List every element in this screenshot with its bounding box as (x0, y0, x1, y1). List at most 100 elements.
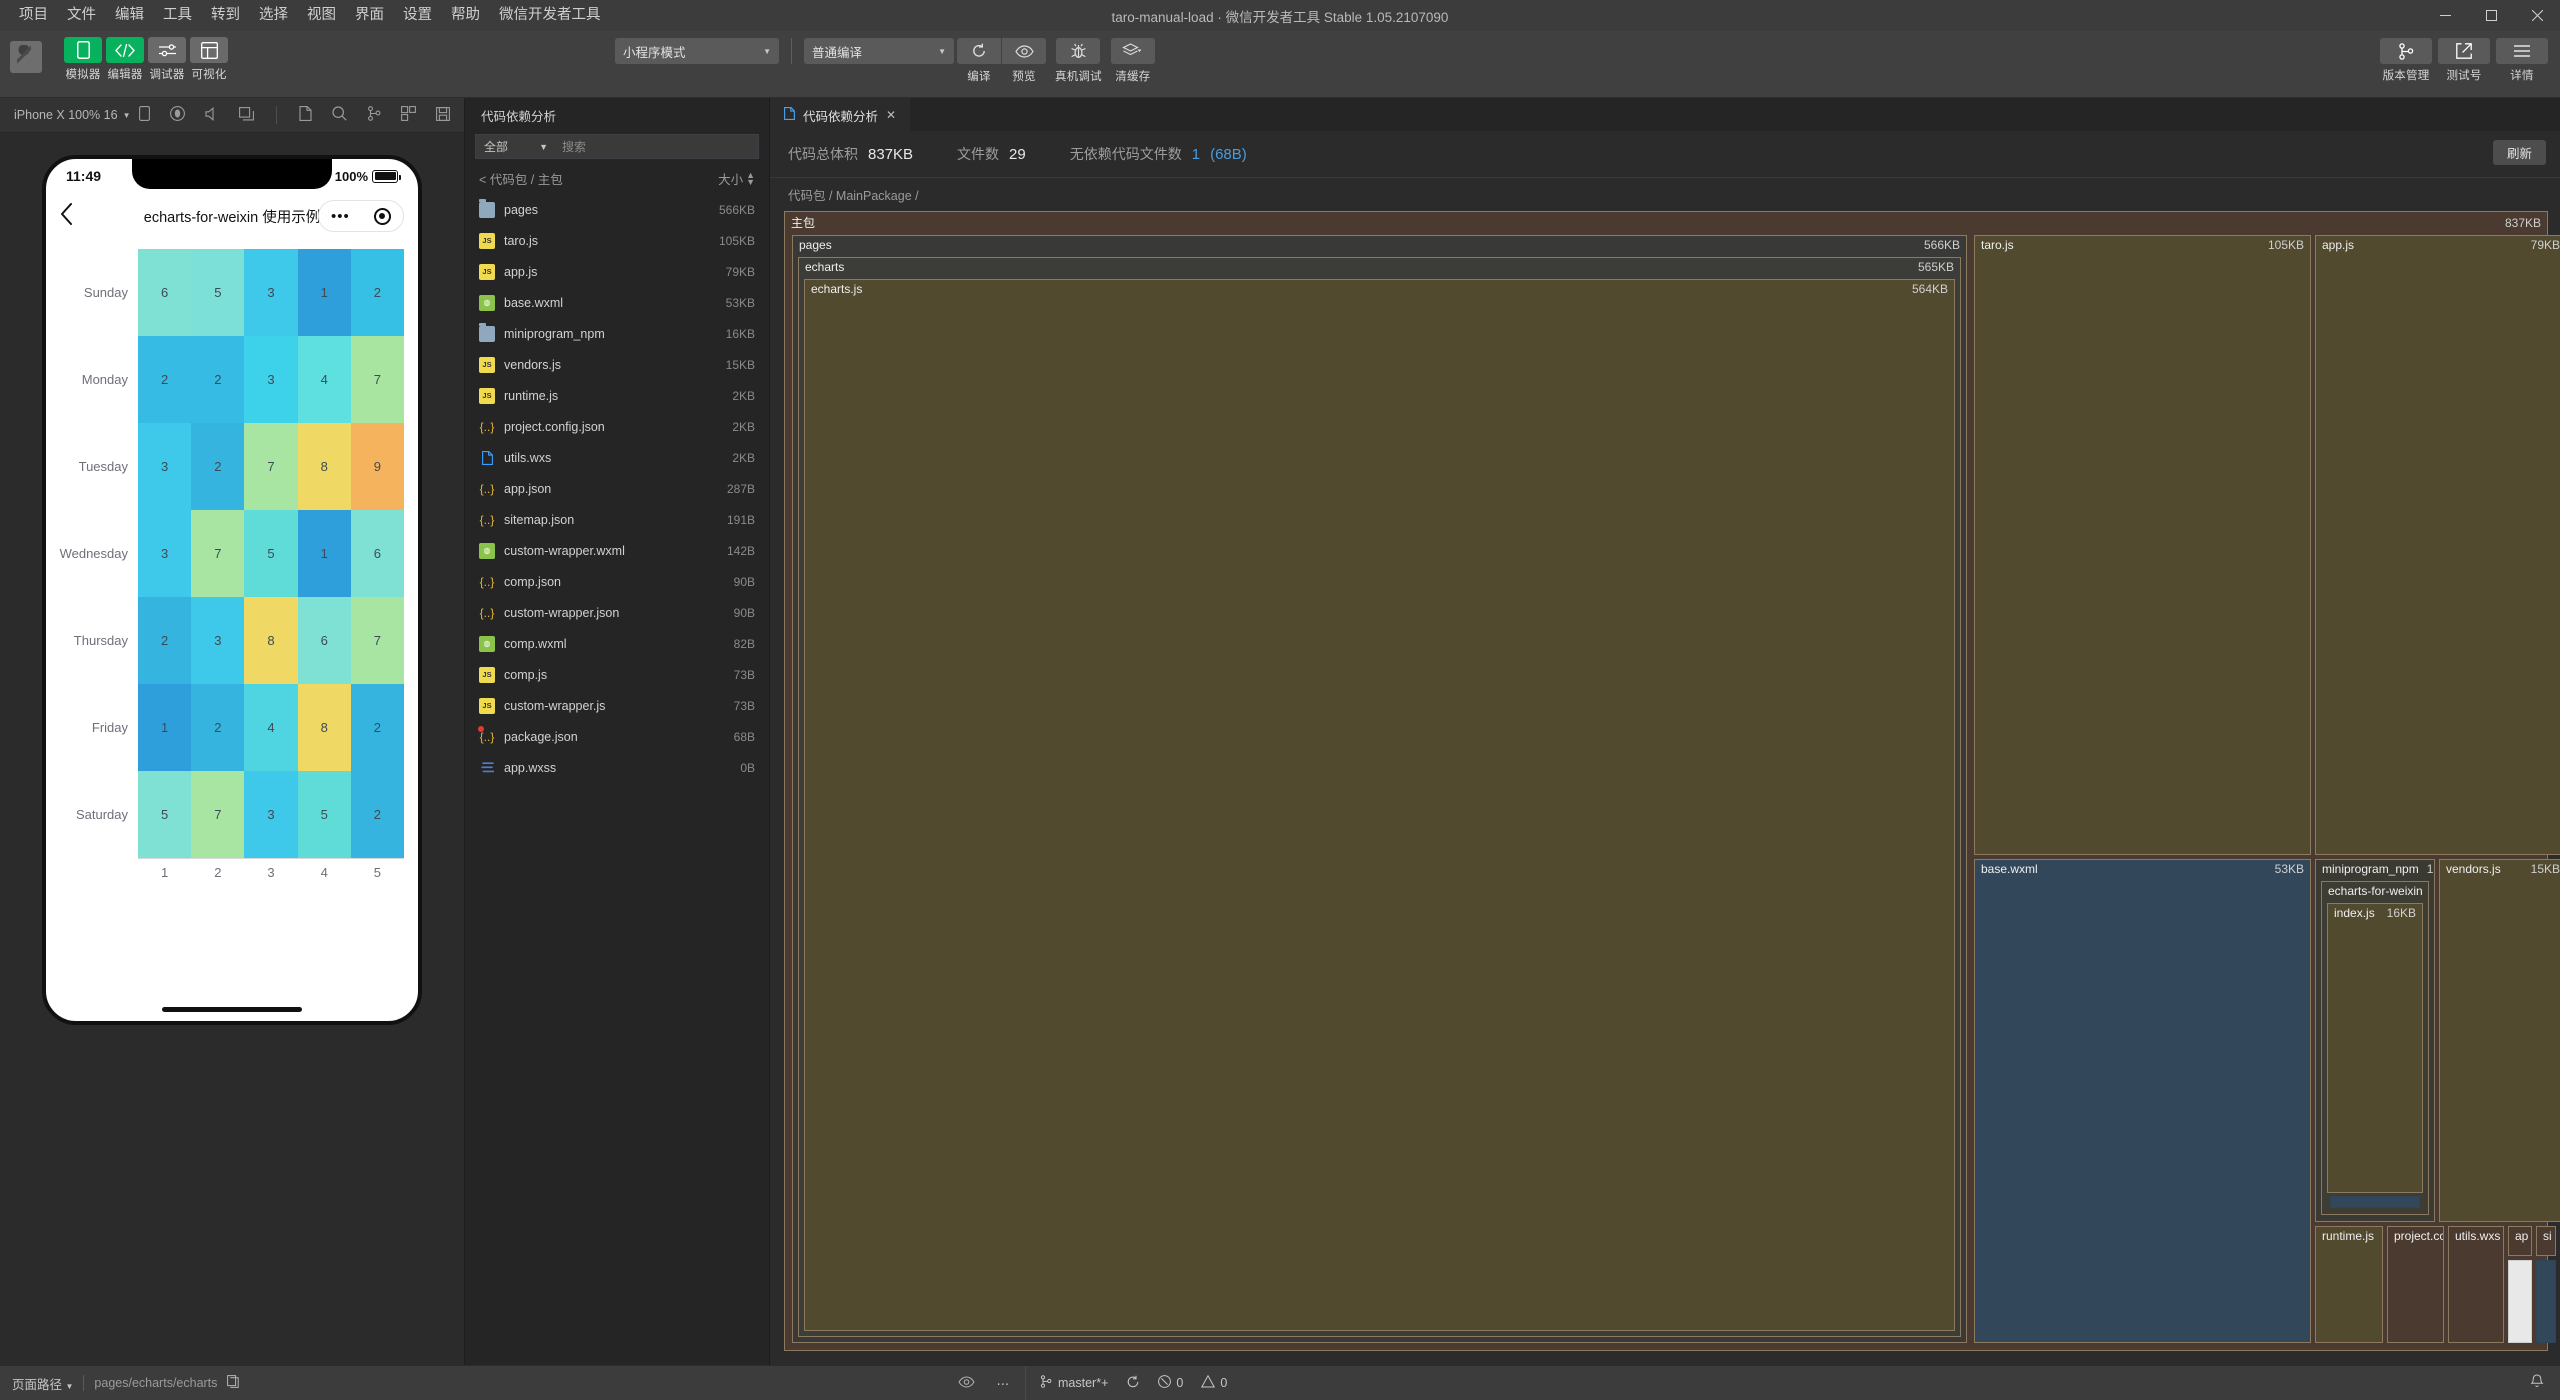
menu-item-help[interactable]: 帮助 (442, 5, 489, 26)
record-icon[interactable] (170, 106, 185, 124)
menu-item-devtools[interactable]: 微信开发者工具 (490, 5, 610, 26)
heatmap-cell[interactable]: 3 (191, 597, 245, 684)
file-row[interactable]: JS vendors.js 15KB (465, 349, 769, 380)
file-row[interactable]: {..} sitemap.json 191B (465, 504, 769, 535)
treemap-node-runtimejs[interactable]: runtime.js 2 (2315, 1226, 2383, 1343)
heatmap-cell[interactable]: 5 (297, 771, 351, 858)
extensions-icon[interactable] (401, 106, 416, 124)
warning-count[interactable]: 0 (1201, 1374, 1227, 1391)
heatmap-cell[interactable]: 6 (297, 597, 351, 684)
file-row[interactable]: {..} custom-wrapper.json 90B (465, 597, 769, 628)
version-manage-button[interactable]: 版本管理 (2380, 38, 2432, 83)
heatmap-cell[interactable]: 3 (244, 336, 298, 423)
bell-icon[interactable] (2530, 1374, 2544, 1392)
menu-item-project[interactable]: 项目 (10, 5, 57, 26)
heatmap-cell[interactable]: 7 (191, 771, 245, 858)
file-row[interactable]: JS comp.js 73B (465, 659, 769, 690)
toolbar-debugger-button[interactable]: 调试器 (148, 37, 186, 82)
heatmap-cell[interactable]: 5 (138, 771, 192, 858)
files-search-input[interactable]: 搜索 (554, 138, 758, 155)
file-row[interactable]: JS runtime.js 2KB (465, 380, 769, 411)
treemap-node-small-2[interactable] (2536, 1260, 2556, 1343)
heatmap-cell[interactable]: 2 (191, 336, 245, 423)
treemap-node-basewxml[interactable]: base.wxml 53KB (1974, 859, 2311, 1343)
heatmap-cell[interactable]: 8 (297, 423, 351, 510)
menu-item-goto[interactable]: 转到 (202, 5, 249, 26)
heatmap-cell[interactable]: 2 (350, 249, 405, 336)
menu-item-view[interactable]: 视图 (298, 5, 345, 26)
heatmap-cell[interactable]: 6 (138, 249, 192, 336)
heatmap-cell[interactable]: 3 (244, 771, 298, 858)
file-row[interactable]: miniprogram_npm 16KB (465, 318, 769, 349)
file-row[interactable]: JS taro.js 105KB (465, 225, 769, 256)
treemap-node-small-1[interactable] (2508, 1260, 2532, 1343)
menu-item-settings[interactable]: 设置 (394, 5, 441, 26)
heatmap-cell[interactable]: 7 (244, 423, 298, 510)
heatmap-cell[interactable]: 2 (350, 771, 405, 858)
eye-icon[interactable] (957, 1375, 975, 1391)
heatmap-cell[interactable]: 9 (350, 423, 405, 510)
heatmap-cell[interactable]: 2 (350, 684, 405, 771)
heatmap-cell[interactable]: 8 (297, 684, 351, 771)
heatmap-cell[interactable]: 2 (191, 684, 245, 771)
target-icon[interactable] (373, 207, 391, 225)
treemap-node-appjson[interactable]: ap (2508, 1226, 2532, 1256)
more-icon[interactable]: ••• (331, 209, 350, 224)
volume-icon[interactable] (205, 106, 219, 124)
error-count[interactable]: 0 (1158, 1375, 1183, 1391)
minimize-icon[interactable] (2422, 0, 2468, 31)
treemap-node-projectconfig[interactable]: project.cc (2387, 1226, 2444, 1343)
file-row[interactable]: JS app.js 79KB (465, 256, 769, 287)
treemap-node-utilswxs[interactable]: utils.wxs (2448, 1226, 2504, 1343)
tab-dependency-analysis[interactable]: 代码依赖分析 ✕ (770, 98, 911, 131)
heatmap-cell[interactable]: 2 (138, 597, 192, 684)
file-row[interactable]: ◍ custom-wrapper.wxml 142B (465, 535, 769, 566)
file-row[interactable]: {..} package.json 68B (465, 721, 769, 752)
menu-item-file[interactable]: 文件 (58, 5, 105, 26)
treemap-node-efw-sub[interactable] (2330, 1196, 2420, 1208)
device-selector[interactable]: iPhone X 100% 16 ▼ (14, 108, 130, 122)
heatmap-cell[interactable]: 7 (350, 597, 405, 684)
more-icon[interactable]: ⋯ (997, 1376, 1010, 1391)
heatmap-cell[interactable]: 3 (138, 423, 192, 510)
heatmap-cell[interactable]: 5 (244, 510, 298, 597)
file-row[interactable]: ◍ comp.wxml 82B (465, 628, 769, 659)
file-row[interactable]: JS custom-wrapper.js 73B (465, 690, 769, 721)
heatmap-cell[interactable]: 4 (244, 684, 298, 771)
toolbar-editor-button[interactable]: 编辑器 (106, 37, 144, 82)
realdevice-debug-action[interactable]: 真机调试 (1055, 38, 1102, 84)
treemap-node-appjs[interactable]: app.js 79KB (2315, 235, 2560, 855)
menu-item-ui[interactable]: 界面 (346, 5, 393, 26)
file-row[interactable]: {..} comp.json 90B (465, 566, 769, 597)
heatmap-cell[interactable]: 1 (138, 684, 192, 771)
heatmap-cell[interactable]: 1 (297, 510, 351, 597)
main-breadcrumb[interactable]: 代码包 / MainPackage / (770, 178, 2560, 211)
avatar[interactable] (10, 41, 42, 73)
phone-icon[interactable] (139, 106, 150, 124)
heatmap-cell[interactable]: 2 (138, 336, 192, 423)
details-button[interactable]: 详情 (2496, 38, 2548, 83)
heatmap-cell[interactable]: 7 (350, 336, 405, 423)
treemap-node-indexjs[interactable]: index.js 16KB (2327, 903, 2423, 1193)
new-file-icon[interactable] (299, 106, 312, 124)
menu-item-tools[interactable]: 工具 (154, 5, 201, 26)
toolbar-visualization-button[interactable]: 可视化 (190, 37, 228, 82)
branch-indicator[interactable]: master*+ (1040, 1375, 1108, 1391)
search-icon[interactable] (332, 106, 347, 124)
toolbar-simulator-button[interactable]: 模拟器 (64, 37, 102, 82)
maximize-icon[interactable] (2468, 0, 2514, 31)
chevron-left-icon[interactable] (60, 203, 73, 229)
files-breadcrumb[interactable]: < 代码包 / 主包 大小 ▲ ▼ (465, 167, 769, 194)
file-row[interactable]: {..} app.json 287B (465, 473, 769, 504)
file-row[interactable]: ◍ base.wxml 53KB (465, 287, 769, 318)
heatmap-cell[interactable]: 2 (191, 423, 245, 510)
page-path-select[interactable]: 页面路径 ▼ (12, 1374, 73, 1393)
heatmap-cell[interactable]: 3 (138, 510, 192, 597)
heatmap-cell[interactable]: 7 (191, 510, 245, 597)
menu-item-select[interactable]: 选择 (250, 5, 297, 26)
heatmap-cell[interactable]: 4 (297, 336, 351, 423)
compile-select[interactable]: 普通编译 ▼ (804, 38, 954, 64)
window-icon[interactable] (239, 106, 254, 124)
test-account-button[interactable]: 测试号 (2438, 38, 2490, 83)
stat-unreferenced-value[interactable]: 1 (1192, 146, 1200, 163)
